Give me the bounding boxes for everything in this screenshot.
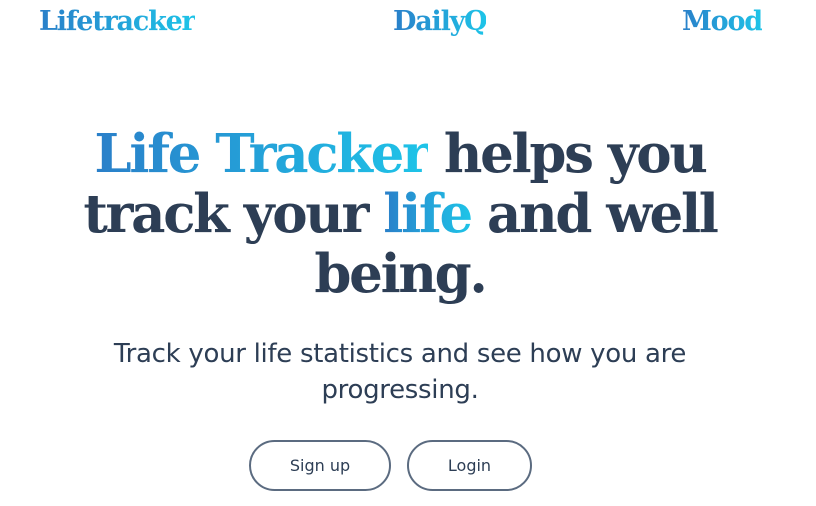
nav-link-mood[interactable]: Mood [682,4,763,40]
login-button[interactable]: Login [407,440,532,491]
nav-link-dailyq[interactable]: DailyQ [393,4,488,40]
signup-button[interactable]: Sign up [249,440,391,491]
hero-subtitle-strong: statistics [299,339,413,369]
hero-title-highlight-brand: Life Tracker [94,123,430,185]
nav-link-lifetracker[interactable]: Lifetracker [39,4,196,40]
hero-title: Life Tracker helps you track your life a… [40,124,760,304]
hero-subtitle: Track your life statistics and see how y… [60,336,740,408]
hero-title-highlight-life: life [383,183,473,245]
hero-subtitle-text: Track your life [113,339,300,369]
